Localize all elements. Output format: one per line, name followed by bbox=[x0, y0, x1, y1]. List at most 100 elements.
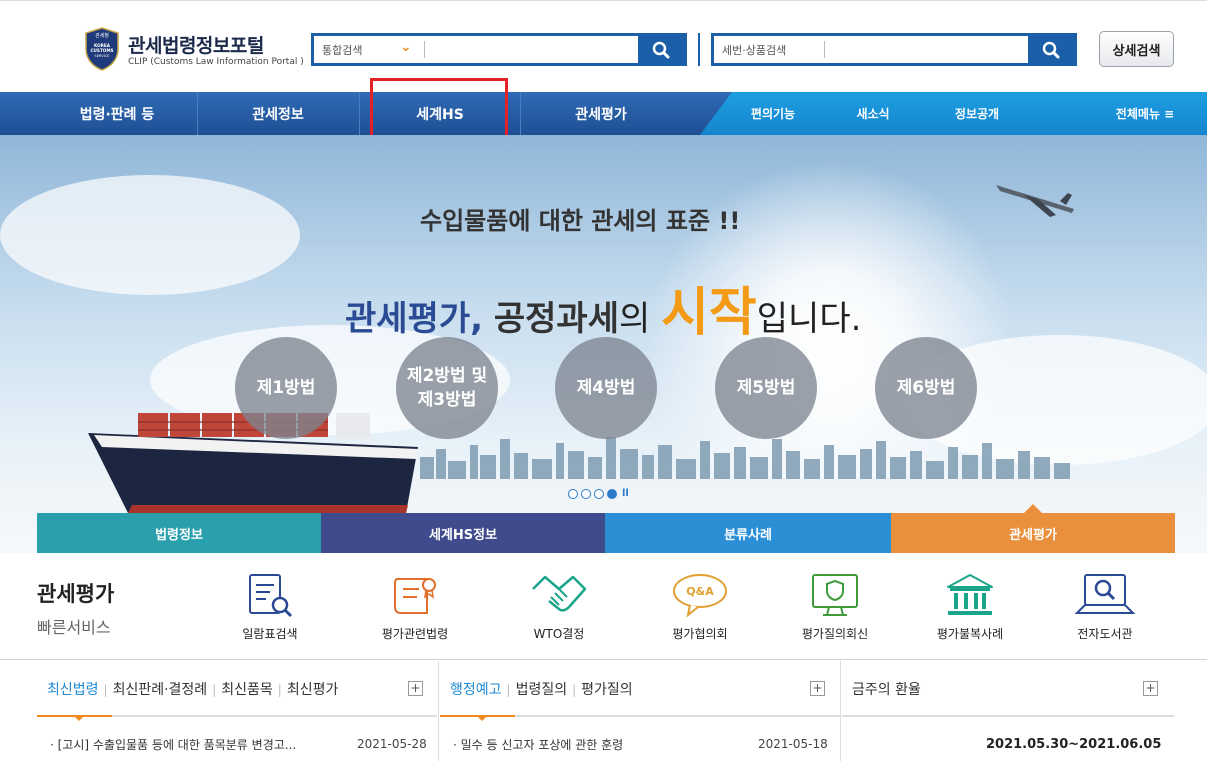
active-caret-icon bbox=[478, 717, 486, 721]
headline-light: 의 bbox=[618, 299, 651, 339]
search-divider bbox=[424, 41, 425, 58]
exchange-title: 금주의 환율 bbox=[852, 682, 921, 698]
tab-divider: | bbox=[572, 683, 577, 697]
nav-item-customs-info[interactable]: 관세정보 bbox=[198, 92, 358, 135]
quick-item-related-laws[interactable]: 평가관련법령 bbox=[355, 571, 475, 651]
quick-item-e-library[interactable]: 전자도서관 bbox=[1045, 571, 1165, 651]
quick-item-appeal-cases[interactable]: 평가불복사례 bbox=[910, 571, 1030, 651]
integrated-search-input[interactable] bbox=[430, 37, 634, 62]
quick-item-council[interactable]: Q&A 평가협의회 bbox=[640, 571, 760, 651]
search-icon bbox=[652, 41, 670, 58]
method-4-button[interactable]: 제4방법 bbox=[555, 337, 657, 439]
monitor-shield-icon bbox=[812, 574, 858, 616]
nav-item-valuation[interactable]: 관세평가 bbox=[521, 92, 681, 135]
tab-divider: | bbox=[506, 683, 511, 697]
quick-title: 관세평가 bbox=[37, 582, 115, 606]
hs-search-button[interactable] bbox=[1028, 36, 1074, 63]
chevron-down-icon[interactable]: ⌄ bbox=[400, 39, 412, 55]
search-type-select[interactable]: 통합검색 bbox=[322, 42, 362, 58]
hs-search-label: 세번·상품검색 bbox=[722, 44, 787, 57]
banner-headline: 관세평가, 공정과세의 시작입니다. bbox=[345, 270, 861, 345]
nav-item-world-hs[interactable]: 세계HS bbox=[360, 92, 520, 135]
tab-underline bbox=[440, 715, 840, 717]
slide-dot-4[interactable] bbox=[607, 488, 617, 499]
search-separator bbox=[698, 33, 700, 66]
tab-admin-notice[interactable]: 행정예고 bbox=[450, 679, 502, 699]
search-icon bbox=[1042, 41, 1060, 58]
integrated-search-button[interactable] bbox=[638, 36, 684, 63]
handshake-icon bbox=[532, 575, 587, 612]
column-divider bbox=[840, 661, 841, 761]
more-plus-icon[interactable]: + bbox=[810, 681, 825, 696]
main-nav: 법령·판례 등 관세정보 세계HS 관세평가 편의기능 새소식 정보공개 전체메… bbox=[0, 92, 1207, 135]
laptop-search-icon bbox=[1074, 574, 1136, 614]
more-plus-icon[interactable]: + bbox=[408, 681, 423, 696]
tab-divider: | bbox=[277, 683, 282, 697]
city-skyline bbox=[420, 437, 1070, 479]
method-2-3-button[interactable]: 제2방법 및 제3방법 bbox=[396, 337, 498, 439]
logo-title: 관세법령정보포털 bbox=[128, 35, 264, 57]
search-divider bbox=[824, 41, 825, 58]
notice-board: 행정예고 | 법령질의 | 평가질의 + · 밀수 등 신고자 포상에 관한 훈령 20… bbox=[440, 661, 840, 761]
slide-dot-3[interactable] bbox=[594, 488, 604, 499]
tab-valuation-inquiry[interactable]: 평가질의 bbox=[581, 679, 633, 699]
headline-end: 입니다. bbox=[756, 299, 862, 339]
integrated-search-box: 통합검색 ⌄ bbox=[311, 33, 687, 66]
tab-divider: | bbox=[103, 683, 108, 697]
tab-world-hs-info[interactable]: 세계HS정보 bbox=[321, 513, 605, 553]
quick-item-wto[interactable]: WTO결정 bbox=[499, 571, 619, 651]
method-5-button[interactable]: 제5방법 bbox=[715, 337, 817, 439]
quick-item-table-search[interactable]: 일람표검색 bbox=[210, 571, 330, 651]
tab-underline bbox=[842, 715, 1174, 717]
tab-latest-rulings[interactable]: 최신판례·결정례 bbox=[113, 679, 208, 699]
board-row-link[interactable]: · 밀수 등 신고자 포상에 관한 훈령 bbox=[453, 736, 623, 753]
all-menu-button[interactable]: 전체메뉴 ≡ bbox=[1100, 92, 1190, 135]
nav-item-disclosure[interactable]: 정보공개 bbox=[932, 92, 1022, 135]
board-section: 최신법령 | 최신판례·결정례 | 최신품목 | 최신평가 + · [고시] 수출입물품 등… bbox=[0, 661, 1207, 761]
notice-board-tabs: 행정예고 | 법령질의 | 평가질의 bbox=[450, 679, 633, 699]
active-caret-icon bbox=[75, 717, 83, 721]
document-search-icon bbox=[249, 574, 293, 618]
quick-service: 관세평가 빠른서비스 일람표검색 평가관련법령 WTO결정 Q&A 평가협의회 … bbox=[0, 553, 1207, 660]
tab-divider: | bbox=[212, 683, 217, 697]
customs-emblem-icon: 관세청 KOREA CUSTOMS SERVICE bbox=[85, 27, 119, 71]
quick-item-label: WTO결정 bbox=[533, 627, 585, 641]
tab-law-inquiry[interactable]: 법령질의 bbox=[516, 679, 568, 699]
slide-dot-1[interactable] bbox=[568, 488, 578, 499]
airplane-icon bbox=[996, 185, 1074, 217]
tab-latest-valuation[interactable]: 최신평가 bbox=[287, 679, 339, 699]
latest-board-tabs: 최신법령 | 최신판례·결정례 | 최신품목 | 최신평가 bbox=[47, 679, 338, 699]
scroll-certificate-icon bbox=[394, 578, 436, 614]
cloud bbox=[0, 175, 300, 295]
tab-underline bbox=[37, 715, 437, 717]
hs-search-input[interactable] bbox=[830, 37, 1024, 62]
headline-blue: 관세평가, bbox=[345, 299, 484, 339]
pause-icon[interactable]: ll bbox=[622, 488, 629, 499]
quick-item-label: 평가관련법령 bbox=[381, 627, 449, 641]
emblem-text-2: CUSTOMS bbox=[90, 48, 113, 53]
quick-item-inquiry-reply[interactable]: 평가질의회신 bbox=[775, 571, 895, 651]
quick-item-label: 평가협의회 bbox=[672, 627, 728, 641]
nav-item-convenience[interactable]: 편의기능 bbox=[728, 92, 818, 135]
more-plus-icon[interactable]: + bbox=[1143, 681, 1158, 696]
header: 관세청 KOREA CUSTOMS SERVICE 관세법령정보포털 CLIP … bbox=[0, 0, 1207, 92]
method-6-button[interactable]: 제6방법 bbox=[875, 337, 977, 439]
slide-pagination: ll bbox=[568, 488, 629, 499]
nav-item-laws[interactable]: 법령·판례 등 bbox=[37, 92, 197, 135]
tab-law-info[interactable]: 법령정보 bbox=[37, 513, 321, 553]
site-logo[interactable]: 관세청 KOREA CUSTOMS SERVICE 관세법령정보포털 CLIP … bbox=[84, 27, 324, 73]
tab-latest-laws[interactable]: 최신법령 bbox=[47, 679, 99, 699]
courthouse-icon bbox=[947, 574, 993, 615]
method-1-button[interactable]: 제1방법 bbox=[235, 337, 337, 439]
slide-dot-2[interactable] bbox=[581, 488, 591, 499]
tab-latest-items[interactable]: 최신품목 bbox=[221, 679, 273, 699]
exchange-period: 2021.05.30~2021.06.05 bbox=[986, 737, 1162, 752]
nav-item-news[interactable]: 새소식 bbox=[830, 92, 916, 135]
board-row-date: 2021-05-18 bbox=[758, 737, 828, 751]
quick-item-label: 평가질의회신 bbox=[801, 627, 869, 641]
tab-valuation[interactable]: 관세평가 bbox=[891, 504, 1175, 553]
detail-search-button[interactable]: 상세검색 bbox=[1099, 31, 1174, 67]
tab-classification-cases[interactable]: 분류사례 bbox=[605, 513, 891, 553]
board-row-link[interactable]: · [고시] 수출입물품 등에 대한 품목분류 변경고... bbox=[50, 736, 296, 753]
quick-item-label: 일람표검색 bbox=[242, 627, 298, 641]
